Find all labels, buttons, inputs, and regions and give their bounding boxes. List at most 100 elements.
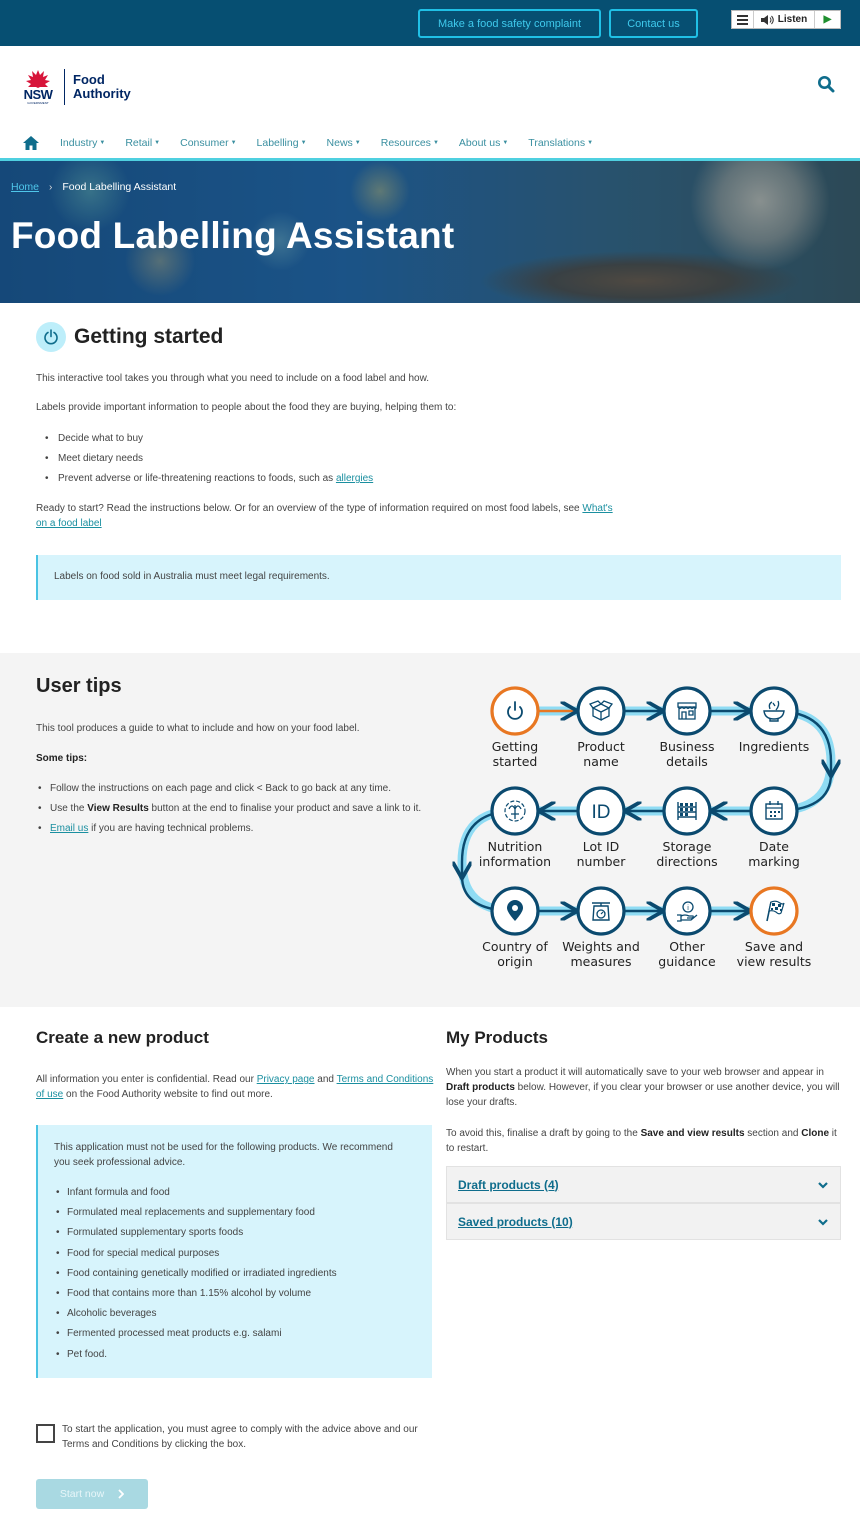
nav-retail[interactable]: Retail ▼	[125, 137, 160, 149]
flow-step-label: Nutrition	[488, 839, 543, 854]
draft-products-accordion[interactable]: Draft products (4)	[446, 1166, 841, 1203]
waratah-icon	[26, 69, 50, 88]
create-product-title: Create a new product	[36, 1028, 209, 1047]
flow-step-label: view results	[737, 954, 812, 969]
saved-products-accordion[interactable]: Saved products (10)	[446, 1203, 841, 1240]
caret-down-icon: ▼	[502, 140, 509, 146]
flow-step-label: marking	[748, 854, 800, 869]
chevron-down-icon	[818, 1218, 828, 1226]
some-tips-heading: Some tips:	[36, 753, 88, 764]
caret-down-icon: ▼	[230, 140, 237, 146]
flow-step-label: Business	[659, 739, 714, 754]
list-item: Meet dietary needs	[36, 451, 373, 471]
flow-step-label: Date	[759, 839, 789, 854]
my-products-title: My Products	[446, 1028, 549, 1047]
flow-step-label: Weights and	[562, 939, 640, 954]
logo-government-text: GOVERNMENT	[27, 100, 49, 105]
process-flow-diagram: Gettingstarted Productname Businessdetails…	[450, 686, 850, 969]
allergies-link[interactable]: allergies	[336, 473, 373, 484]
nav-consumer[interactable]: Consumer ▼	[180, 137, 236, 149]
nsw-food-authority-logo[interactable]: NSW GOVERNMENT Food Authority	[20, 66, 140, 108]
agree-terms-row: To start the application, you must agree…	[36, 1422, 422, 1452]
flow-step-label: directions	[656, 854, 717, 869]
list-item: Food for special medical purposes	[54, 1246, 337, 1266]
nav-translations[interactable]: Translations ▼	[528, 137, 593, 149]
breadcrumb: Home › Food Labelling Assistant	[11, 181, 176, 193]
excluded-products-intro: This application must not be used for th…	[54, 1142, 393, 1168]
flow-step-label: Getting	[492, 739, 539, 754]
id-icon: ID	[592, 802, 611, 823]
getting-started-heading: Getting started	[36, 322, 223, 352]
power-icon	[36, 322, 66, 352]
flow-step-label: Ingredients	[739, 739, 810, 754]
play-icon[interactable]: ▶	[815, 11, 840, 28]
email-us-link[interactable]: Email us	[50, 823, 88, 834]
flow-step-label: name	[583, 754, 619, 769]
search-icon[interactable]	[817, 75, 835, 93]
list-item: Pet food.	[54, 1347, 337, 1367]
list-item: Formulated meal replacements and supplem…	[54, 1205, 337, 1225]
contact-us-button[interactable]: Contact us	[609, 9, 698, 38]
flow-step-label: origin	[497, 954, 533, 969]
flow-step-circle	[576, 886, 626, 936]
privacy-page-link[interactable]: Privacy page	[257, 1074, 315, 1085]
flow-step: Businessdetails	[659, 686, 715, 769]
listen-button[interactable]: Listen	[754, 11, 815, 28]
flow-step: Gettingstarted	[490, 686, 540, 769]
logo-divider	[64, 69, 65, 105]
logo-food-text: Food	[73, 72, 105, 87]
nav-industry[interactable]: Industry ▼	[60, 137, 105, 149]
list-item: Food containing genetically modified or …	[54, 1266, 337, 1286]
nav-labelling[interactable]: Labelling ▼	[257, 137, 307, 149]
listen-menu-icon[interactable]	[732, 11, 754, 28]
flow-step: Ingredients	[739, 686, 810, 754]
breadcrumb-current: Food Labelling Assistant	[62, 181, 177, 193]
speaker-icon	[760, 14, 774, 25]
flow-step: Productname	[576, 686, 626, 769]
start-now-label: Start now	[59, 1488, 105, 1500]
flow-step-label: Lot ID	[583, 839, 620, 854]
chevron-right-icon	[118, 1489, 125, 1499]
flow-step-label: Country of	[482, 939, 548, 954]
flow-step-label: Storage	[663, 839, 712, 854]
flow-step-label: number	[577, 854, 627, 869]
flow-step: iOtherguidance	[658, 886, 716, 969]
listen-widget: Listen ▶	[731, 10, 841, 29]
caret-down-icon: ▼	[432, 140, 439, 146]
ready-paragraph: Ready to start? Read the instructions be…	[36, 503, 613, 529]
nav-news[interactable]: News ▼	[327, 137, 361, 149]
food-safety-complaint-button[interactable]: Make a food safety complaint	[418, 9, 601, 38]
nav-about-us[interactable]: About us ▼	[459, 137, 508, 149]
draft-products-label: Draft products (4)	[458, 1177, 559, 1192]
flow-step-label: started	[493, 754, 538, 769]
flow-step-circle	[490, 686, 540, 736]
list-item: Follow the instructions on each page and…	[36, 781, 426, 796]
flow-step: Weights andmeasures	[562, 886, 640, 969]
top-utility-bar: Make a food safety complaint Contact us …	[0, 0, 860, 46]
excluded-products-list: Infant formula and food Formulated meal …	[54, 1185, 337, 1367]
flow-step: Save andview results	[737, 886, 812, 969]
flow-step: Country oforigin	[482, 886, 548, 969]
agree-terms-checkbox[interactable]	[36, 1424, 55, 1443]
breadcrumb-home-link[interactable]: Home	[11, 181, 39, 193]
caret-down-icon: ▼	[99, 140, 106, 146]
flow-step-label: Other	[669, 939, 705, 954]
list-item: Formulated supplementary sports foods	[54, 1225, 337, 1245]
nav-resources[interactable]: Resources ▼	[381, 137, 439, 149]
flow-step: Storagedirections	[656, 786, 718, 869]
list-item: Email us if you are having technical pro…	[36, 821, 426, 836]
main-nav: Industry ▼ Retail ▼ Consumer ▼ Labelling ▼ N…	[0, 128, 860, 158]
list-item: Food that contains more than 1.15% alcoh…	[54, 1286, 337, 1306]
flow-step-label: measures	[570, 954, 631, 969]
labels-paragraph: Labels provide important information to …	[36, 402, 457, 413]
my-products-paragraph-2: To avoid this, finalise a draft by going…	[446, 1128, 837, 1154]
caret-down-icon: ▼	[587, 140, 594, 146]
start-now-button[interactable]: Start now	[36, 1479, 148, 1509]
flow-step-circle	[576, 686, 626, 736]
caret-down-icon: ▼	[354, 140, 361, 146]
caret-down-icon: ▼	[154, 140, 161, 146]
my-products-paragraph-1: When you start a product it will automat…	[446, 1067, 840, 1108]
breadcrumb-separator: ›	[49, 181, 53, 193]
flow-step-circle	[662, 686, 712, 736]
home-icon[interactable]	[23, 136, 39, 150]
